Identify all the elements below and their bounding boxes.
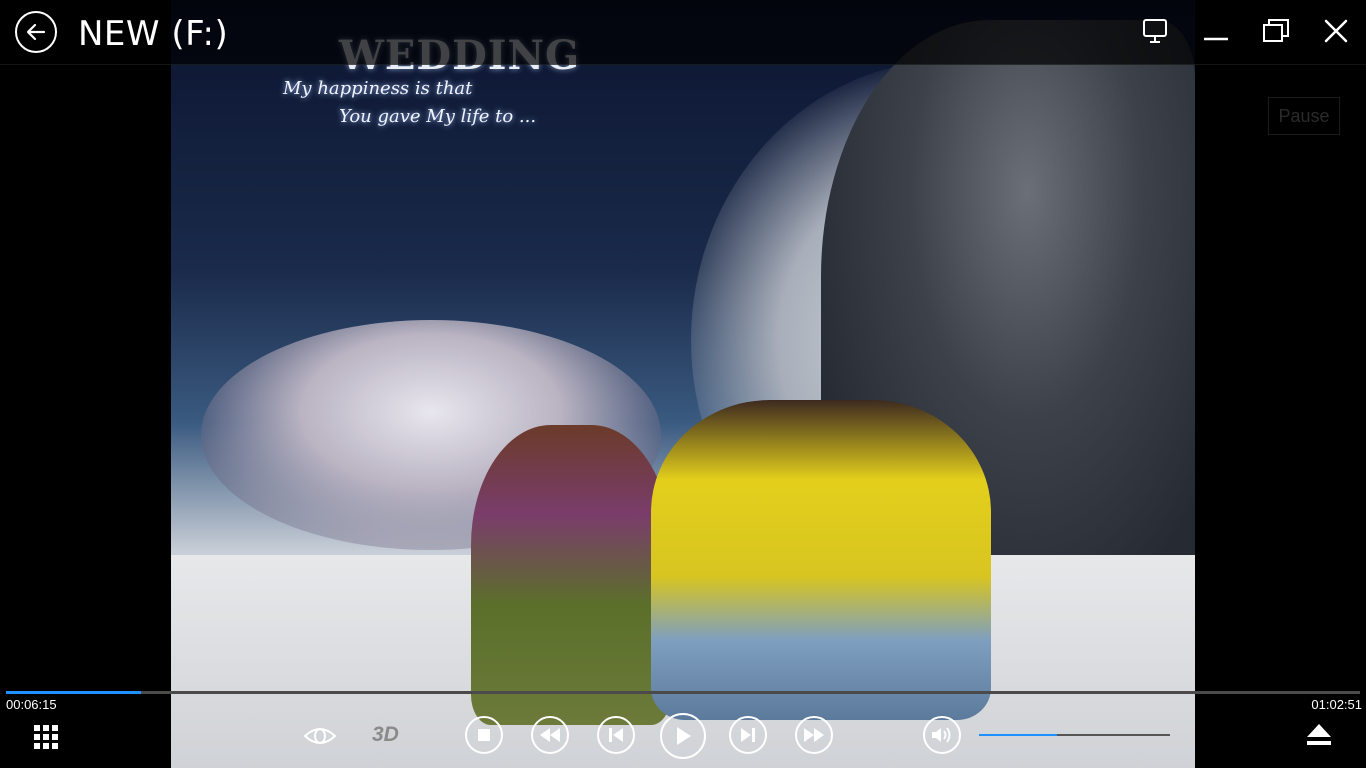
rewind-icon [540,728,560,742]
stop-button[interactable] [465,716,503,754]
video-tagline-line2: You gave My life to ... [339,106,537,127]
seek-bar-fill [6,691,142,694]
elapsed-time: 00:06:15 [6,697,57,712]
back-arrow-icon [26,23,46,41]
close-button[interactable] [1321,16,1351,46]
control-bar: 3D [0,712,1366,768]
eject-icon [1307,724,1331,745]
window-title: NEW (F:) [78,14,229,54]
video-frame[interactable]: WEDDING My happiness is that You gave My… [171,0,1195,768]
eject-button[interactable] [1306,722,1332,748]
video-tagline-line1: My happiness is that [283,78,473,99]
fast-forward-button[interactable] [795,716,833,754]
monitor-icon [1143,19,1167,43]
speaker-icon [932,727,951,743]
eye-icon [303,728,337,744]
title-bar: NEW (F:) [0,0,1366,65]
rewind-button[interactable] [531,716,569,754]
close-icon [1324,19,1348,43]
video-couple-man [651,400,991,720]
playlist-button[interactable] [34,725,58,749]
view-mode-button[interactable] [303,725,337,747]
stop-icon [478,729,490,741]
3d-mode-button[interactable]: 3D [372,723,399,747]
seek-bar[interactable] [6,691,1360,694]
restore-button[interactable] [1261,16,1291,46]
previous-button[interactable] [597,716,635,754]
play-icon [677,727,691,745]
restore-icon [1263,19,1289,42]
next-icon [741,728,755,742]
volume-button[interactable] [923,716,961,754]
video-couple-woman [471,425,671,725]
display-mode-button[interactable] [1140,16,1170,46]
grid-icon [34,725,58,749]
volume-slider-fill [979,734,1058,736]
playback-state-label: Pause [1268,97,1340,135]
minimize-icon [1204,37,1228,41]
minimize-button[interactable] [1201,16,1231,46]
play-button[interactable] [660,713,706,759]
fast-forward-icon [804,728,824,742]
total-time: 01:02:51 [1311,697,1362,712]
volume-slider[interactable] [979,734,1170,736]
next-button[interactable] [729,716,767,754]
previous-icon [609,728,623,742]
back-button[interactable] [15,11,57,53]
